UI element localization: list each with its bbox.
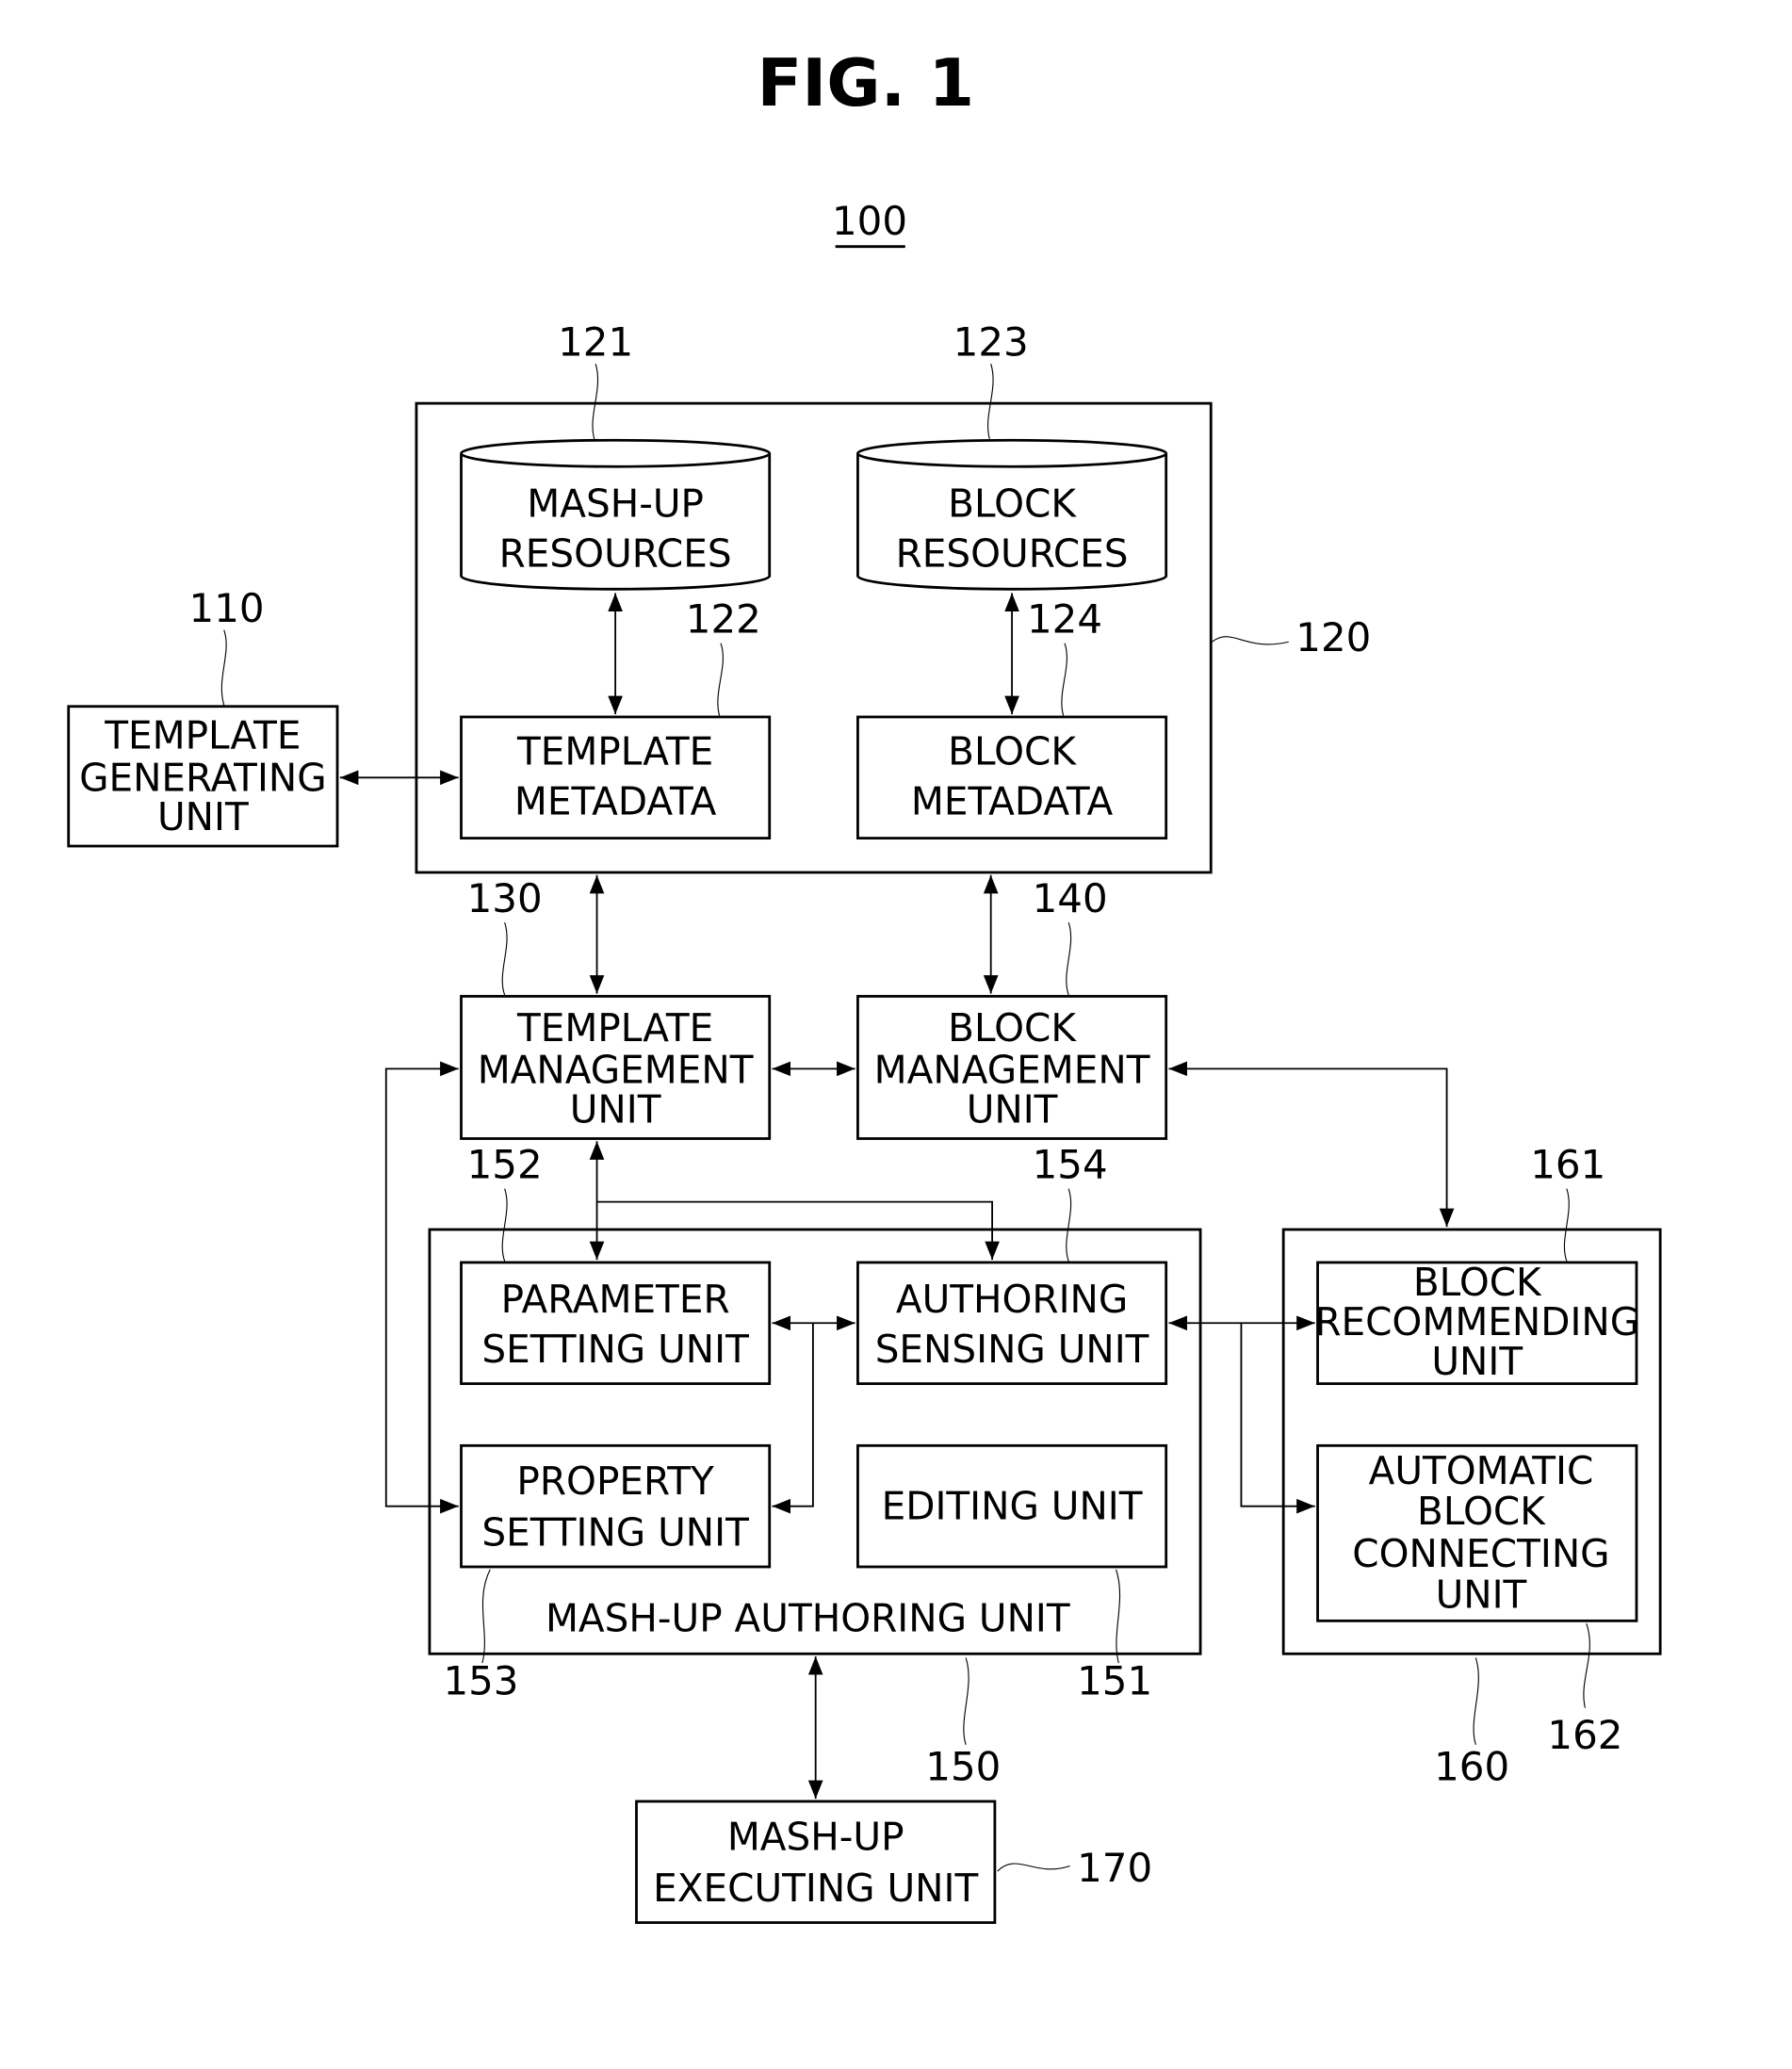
- property-setting-label-1: PROPERTY: [516, 1458, 714, 1504]
- ref-number-123: 123: [953, 319, 1029, 366]
- automatic-block-connecting-unit: AUTOMATIC BLOCK CONNECTING UNIT 162: [1316, 1443, 1638, 1758]
- authoring-sensing-unit: AUTHORING SENSING UNIT 154: [856, 1141, 1168, 1386]
- leader-line-110: [220, 629, 227, 706]
- ref-number-122: 122: [686, 595, 761, 642]
- mashup-resources-label-1: MASH-UP: [527, 481, 704, 526]
- automatic-connecting-label-4: UNIT: [1436, 1572, 1527, 1617]
- leader-line-120: [1212, 636, 1289, 645]
- ref-number-170: 170: [1077, 1845, 1152, 1891]
- leader-line-170: [997, 1863, 1070, 1872]
- template-generating-label-1: TEMPLATE: [104, 713, 301, 758]
- ref-number-121: 121: [558, 319, 633, 366]
- block-management-label-1: BLOCK: [948, 1005, 1077, 1051]
- mashup-resources-label-2: RESOURCES: [499, 531, 732, 577]
- mashup-executing-label-2: EXECUTING UNIT: [653, 1865, 978, 1911]
- template-generating-label-3: UNIT: [157, 794, 249, 839]
- mashup-executing-label-1: MASH-UP: [727, 1815, 904, 1860]
- block-management-label-2: MANAGEMENT: [874, 1048, 1150, 1093]
- block-recommending-label-2: RECOMMENDING: [1314, 1299, 1639, 1344]
- figure-title: FIG. 1: [757, 45, 974, 122]
- automatic-connecting-label-3: CONNECTING: [1352, 1531, 1609, 1576]
- ref-number-162: 162: [1547, 1712, 1622, 1758]
- ref-number-110: 110: [189, 585, 265, 631]
- arrow-140-161: [1168, 1061, 1455, 1228]
- mashup-resources-db: MASH-UP RESOURCES 121: [460, 319, 772, 591]
- ref-number-120: 120: [1295, 614, 1371, 660]
- block-metadata-label-2: METADATA: [911, 778, 1114, 823]
- block-management-unit: BLOCK MANAGEMENT UNIT 140: [856, 875, 1168, 1140]
- block-diagram: FIG. 1 100 120 MASH-UP RESOURCES 121 BLO…: [67, 45, 1662, 1925]
- block-resources-db: BLOCK RESOURCES 123: [856, 319, 1168, 591]
- template-management-label-1: TEMPLATE: [516, 1005, 713, 1051]
- parameter-setting-label-2: SETTING UNIT: [481, 1327, 749, 1372]
- block-resources-label-1: BLOCK: [948, 481, 1077, 526]
- mashup-executing-unit: MASH-UP EXECUTING UNIT 170: [635, 1800, 1152, 1925]
- automatic-connecting-label-2: BLOCK: [1417, 1489, 1546, 1534]
- property-setting-label-2: SETTING UNIT: [481, 1510, 749, 1556]
- ref-number-130: 130: [467, 875, 543, 921]
- template-metadata-label-2: METADATA: [514, 778, 717, 823]
- authoring-sensing-label-2: SENSING UNIT: [875, 1327, 1149, 1372]
- ref-number-160: 160: [1434, 1744, 1509, 1790]
- template-generating-unit: TEMPLATE GENERATING UNIT 110: [67, 585, 339, 848]
- block-metadata-label-1: BLOCK: [948, 728, 1077, 774]
- ref-number-154: 154: [1033, 1141, 1108, 1187]
- template-management-label-3: UNIT: [570, 1087, 661, 1132]
- leader-line-160: [1473, 1657, 1479, 1745]
- leader-line-130: [501, 921, 508, 996]
- automatic-connecting-label-1: AUTOMATIC: [1369, 1448, 1594, 1493]
- ref-number-153: 153: [443, 1658, 518, 1704]
- block-recommending-label-3: UNIT: [1431, 1339, 1523, 1384]
- ref-number-161: 161: [1530, 1141, 1605, 1187]
- ref-number-124: 124: [1027, 595, 1102, 642]
- editing-unit-label: EDITING UNIT: [882, 1484, 1143, 1529]
- ref-number-151: 151: [1077, 1658, 1152, 1704]
- ref-number-152: 152: [467, 1141, 543, 1187]
- parameter-setting-label-1: PARAMETER: [501, 1277, 730, 1322]
- ref-number-150: 150: [925, 1744, 1001, 1790]
- template-management-unit: TEMPLATE MANAGEMENT UNIT 130: [460, 875, 772, 1140]
- leader-line-140: [1066, 921, 1072, 996]
- parameter-setting-unit: PARAMETER SETTING UNIT 152: [460, 1141, 772, 1386]
- template-management-label-2: MANAGEMENT: [478, 1048, 754, 1093]
- block-management-label-3: UNIT: [967, 1087, 1058, 1132]
- template-metadata-label-1: TEMPLATE: [516, 728, 713, 774]
- block-recommending-unit: BLOCK RECOMMENDING UNIT 161: [1314, 1141, 1639, 1386]
- leader-line-150: [963, 1657, 969, 1745]
- ref-number-140: 140: [1033, 875, 1108, 921]
- mashup-authoring-unit-label: MASH-UP AUTHORING UNIT: [546, 1596, 1070, 1641]
- system-ref-number: 100: [832, 198, 907, 244]
- template-generating-label-2: GENERATING: [79, 755, 327, 800]
- block-resources-label-2: RESOURCES: [896, 531, 1129, 577]
- authoring-sensing-label-1: AUTHORING: [896, 1277, 1128, 1322]
- block-recommending-label-1: BLOCK: [1413, 1260, 1542, 1305]
